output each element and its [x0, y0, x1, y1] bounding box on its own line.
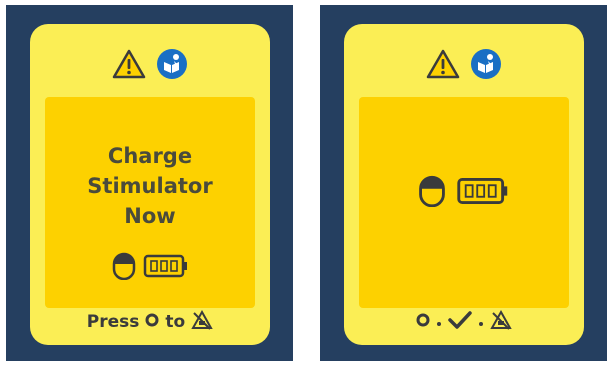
no-mri-icon: [191, 309, 213, 336]
left-device-screen: Charge Stimulator Now Press to: [30, 24, 270, 345]
message-line-1: Charge: [107, 144, 193, 168]
message-line-2: Stimulator: [87, 174, 213, 198]
manual-icon: [156, 48, 188, 80]
left-top-icons: [30, 44, 270, 84]
headpiece-icon: [417, 175, 447, 211]
battery-icon: [455, 176, 511, 210]
right-device-panel: [320, 5, 607, 361]
warning-icon: [426, 49, 460, 79]
press-text: Press: [86, 312, 140, 332]
button-icon: [145, 312, 159, 332]
left-device-panel: Charge Stimulator Now Press to: [6, 5, 293, 361]
button-icon: [416, 312, 430, 332]
left-status-icons: [45, 252, 255, 284]
message-line-3: Now: [124, 204, 176, 228]
battery-icon: [143, 253, 189, 283]
right-top-icons: [344, 44, 584, 84]
right-device-screen: [344, 24, 584, 345]
right-status-icons: [359, 175, 569, 211]
separator-dot: [436, 312, 442, 332]
right-footer: [344, 309, 584, 335]
message-box: [359, 97, 569, 308]
checkmark-icon: [448, 310, 472, 335]
message-box: Charge Stimulator Now: [45, 97, 255, 308]
to-text: to: [165, 312, 186, 332]
headpiece-icon: [111, 252, 137, 284]
no-mri-icon: [490, 309, 512, 336]
left-footer: Press to: [30, 309, 270, 335]
manual-icon: [470, 48, 502, 80]
charge-message: Charge Stimulator Now: [45, 141, 255, 231]
warning-icon: [112, 49, 146, 79]
separator-dot: [478, 312, 484, 332]
